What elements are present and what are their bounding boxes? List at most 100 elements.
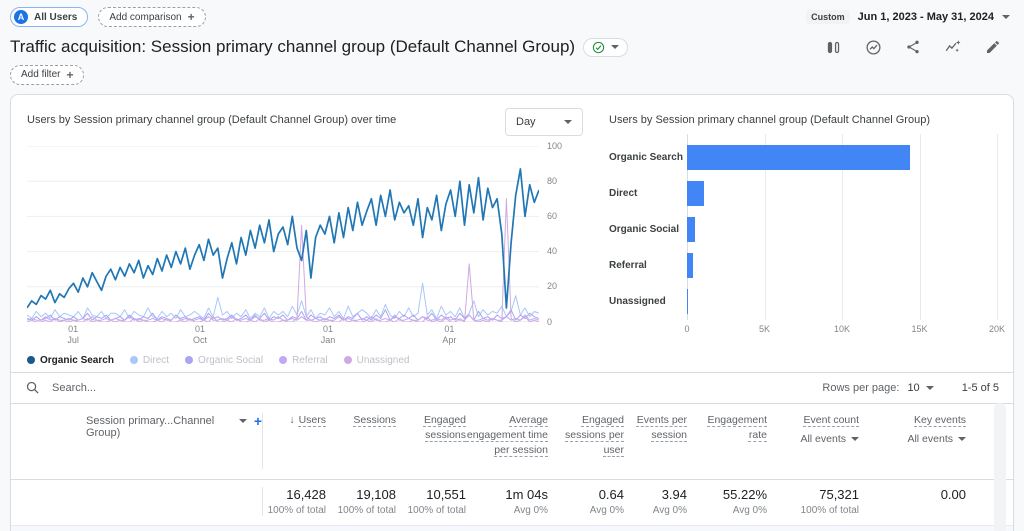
column-header-label[interactable]: Key events xyxy=(914,414,966,426)
table-row: 1Organic Search14,36716,3359,4121m 10s0.… xyxy=(11,525,1013,531)
totals-cell: 19,108100% of total xyxy=(326,487,396,516)
y-tick-label: 80 xyxy=(547,176,557,186)
table-scrollbar[interactable] xyxy=(994,403,1006,531)
column-header-label[interactable]: Engaged sessions xyxy=(424,414,466,441)
bar-x-tick-label: 0 xyxy=(684,324,689,334)
chevron-down-icon xyxy=(564,120,572,124)
line-chart-title: Users by Session primary channel group (… xyxy=(27,108,396,126)
column-header-label[interactable]: Sessions xyxy=(353,414,396,426)
all-users-chip[interactable]: A All Users xyxy=(10,7,88,27)
granularity-select[interactable]: Day xyxy=(505,108,583,136)
totals-cell: 1m 04sAvg 0% xyxy=(466,487,548,516)
bar-row-unassigned xyxy=(687,284,997,320)
add-dimension-icon[interactable]: + xyxy=(254,415,262,427)
legend-item-organic-social: Organic Social xyxy=(185,355,263,366)
chevron-down-icon[interactable] xyxy=(1002,15,1010,19)
totals-value: 3.94 xyxy=(624,487,687,502)
legend-label: Unassigned xyxy=(357,355,410,366)
bar xyxy=(687,289,688,314)
totals-sublabel: Avg 0% xyxy=(624,505,687,516)
column-filter-value: All events xyxy=(800,432,846,447)
table-totals-row: 16,428100% of total19,108100% of total10… xyxy=(11,480,1013,525)
edit-pencil-icon[interactable] xyxy=(984,38,1002,56)
column-header-label[interactable]: Average engagement time per session xyxy=(467,414,548,456)
chevron-down-icon[interactable] xyxy=(239,419,247,423)
compare-reports-icon[interactable] xyxy=(824,38,842,56)
rows-per-page-value: 10 xyxy=(907,382,919,394)
add-comparison-button[interactable]: Add comparison + xyxy=(98,7,205,27)
column-header-label[interactable]: Engagement rate xyxy=(707,414,767,441)
date-range-selector[interactable]: Jun 1, 2023 - May 31, 2024 xyxy=(858,11,994,23)
line-series-unassigned xyxy=(27,198,539,321)
insights-sparkle-icon[interactable] xyxy=(944,38,962,56)
report-insights-circle-icon[interactable] xyxy=(864,38,882,56)
totals-sublabel: 100% of total xyxy=(767,505,859,516)
column-header-label[interactable]: Engaged sessions per user xyxy=(565,414,624,456)
bar xyxy=(687,145,910,170)
column-header-line: Events per session xyxy=(624,413,687,443)
data-quality-badge[interactable] xyxy=(583,38,628,57)
table-toolbar: Rows per page: 10 1-5 of 5 xyxy=(11,372,1013,403)
rows-per-page-select[interactable]: 10 xyxy=(907,382,933,394)
totals-sublabel: 100% of total xyxy=(396,505,466,516)
x-tick-label: 01Jan xyxy=(321,324,336,347)
share-icon[interactable] xyxy=(904,38,922,56)
chevron-down-icon xyxy=(926,386,934,390)
bar-chart-category-labels: Organic SearchDirectOrganic SocialReferr… xyxy=(609,140,687,320)
totals-sublabel: Avg 0% xyxy=(687,505,767,516)
bar-category-label: Direct xyxy=(609,176,687,212)
bar-row-organic-search xyxy=(687,140,997,176)
line-series-direct xyxy=(27,283,539,318)
column-header-line: Engaged sessions xyxy=(396,413,466,443)
search-input[interactable] xyxy=(50,381,354,395)
add-filter-button[interactable]: Add filter + xyxy=(10,65,84,85)
column-header-label[interactable]: Event count xyxy=(804,414,859,426)
legend-label: Organic Search xyxy=(40,355,114,366)
x-tick-day: 01 xyxy=(321,324,336,335)
bar-chart-title: Users by Session primary channel group (… xyxy=(609,108,997,126)
report-card: Users by Session primary channel group (… xyxy=(10,94,1014,531)
x-tick-day: 01 xyxy=(193,324,207,335)
bar-category-label: Organic Search xyxy=(609,140,687,176)
page-title: Traffic acquisition: Session primary cha… xyxy=(10,37,575,57)
totals-spacer xyxy=(11,487,51,516)
totals-value: 19,108 xyxy=(326,487,396,502)
plus-icon: + xyxy=(66,68,73,82)
x-tick-month: Apr xyxy=(442,335,456,346)
chevron-down-icon xyxy=(851,437,859,441)
bar-category-label: Organic Social xyxy=(609,212,687,248)
pagination-status: 1-5 of 5 xyxy=(962,382,999,394)
column-header-event-count: Event count All events xyxy=(767,413,859,469)
dimension-header-label[interactable]: Session primary...Channel Group) xyxy=(86,415,232,439)
sort-descending-icon[interactable]: ↓ xyxy=(289,414,294,426)
line-chart-y-axis: 020406080100 xyxy=(539,146,567,322)
column-filter-select[interactable]: All events xyxy=(859,432,966,447)
legend-dot-icon xyxy=(279,356,287,364)
column-header-label[interactable]: Events per session xyxy=(637,414,687,441)
granularity-value: Day xyxy=(516,116,536,128)
legend-dot-icon xyxy=(344,356,352,364)
totals-value: 0.64 xyxy=(548,487,624,502)
totals-sublabel: 100% of total xyxy=(263,505,326,516)
column-filter-select[interactable]: All events xyxy=(767,432,859,447)
column-header-sessions: Sessions xyxy=(326,413,396,469)
ga4-traffic-acquisition-report: A All Users Add comparison + Custom Jun … xyxy=(0,0,1024,531)
totals-cell: 55.22% Avg 0% xyxy=(687,487,767,516)
data-table: Session primary...Channel Group) + ↓ Users S… xyxy=(11,403,1013,531)
column-header-label[interactable]: Users xyxy=(299,414,326,426)
bar xyxy=(687,253,693,278)
x-tick-label: 01Jul xyxy=(67,324,79,347)
totals-cell: 75,321100% of total xyxy=(767,487,859,516)
rows-per-page-label: Rows per page: xyxy=(822,382,899,394)
x-tick-month: Jan xyxy=(321,335,336,346)
legend-dot-icon xyxy=(185,356,193,364)
column-filter-value: All events xyxy=(907,432,953,447)
table-header-row: Session primary...Channel Group) + ↓ Users S… xyxy=(11,403,1013,480)
legend-item-unassigned: Unassigned xyxy=(344,355,410,366)
bar-x-tick-label: 10K xyxy=(834,324,850,334)
all-users-label: All Users xyxy=(34,12,77,23)
line-chart-x-axis: 01Jul01Oct01Jan01Apr xyxy=(27,324,539,350)
column-header-engagement-rate: Engagement rate xyxy=(687,413,767,469)
totals-value: 55.22% xyxy=(687,487,767,502)
custom-badge: Custom xyxy=(806,10,850,24)
